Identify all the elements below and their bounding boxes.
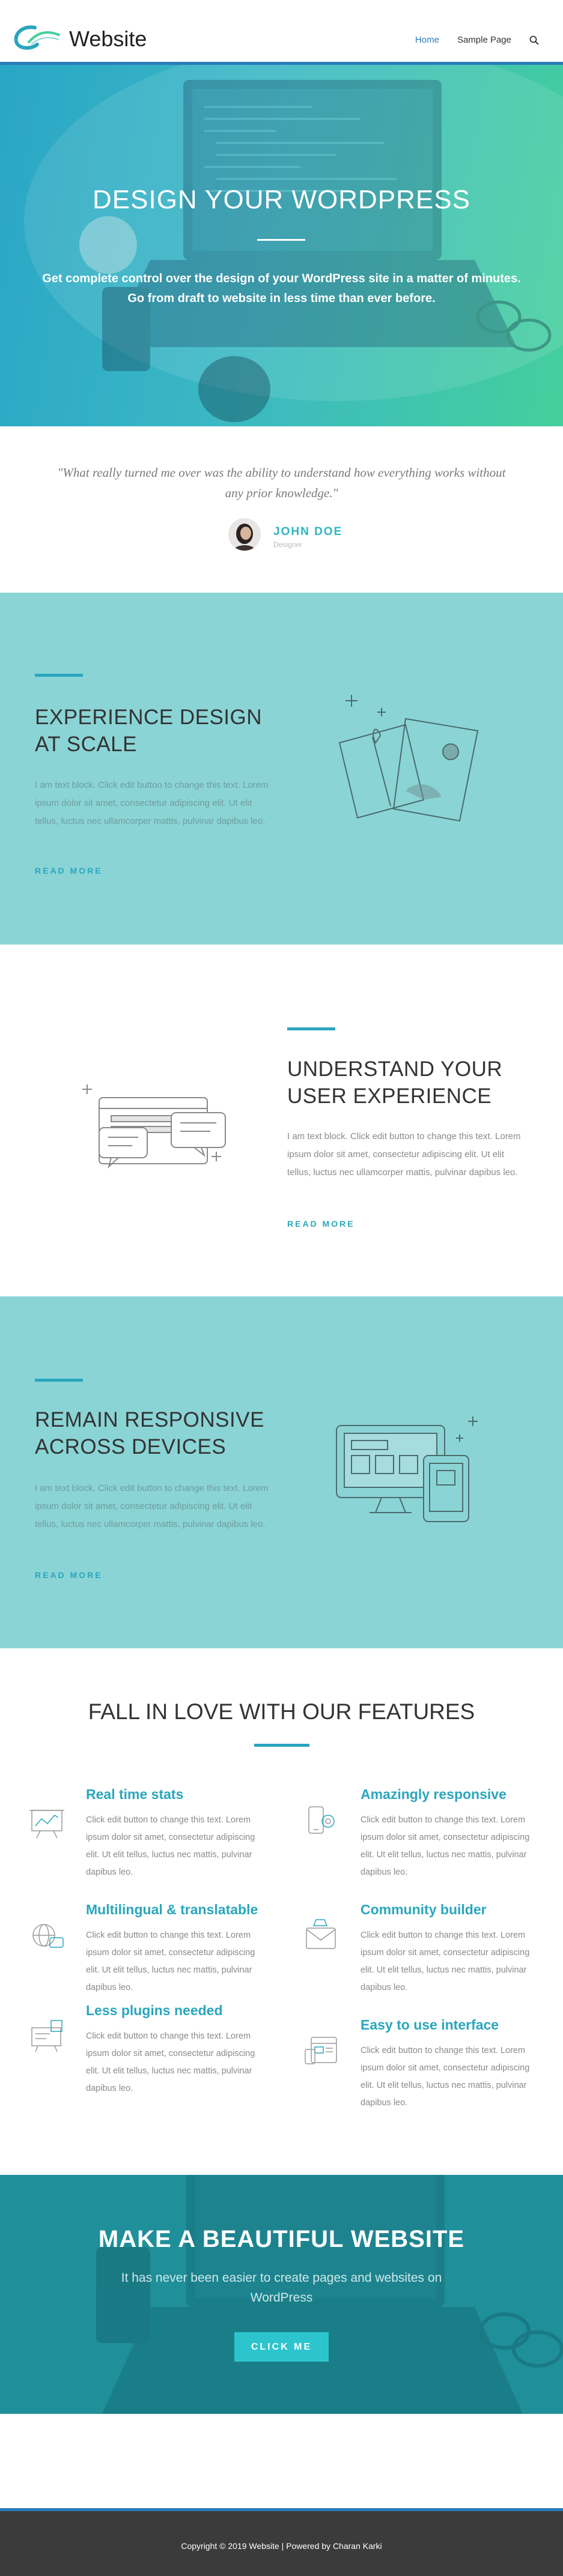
hero-subtitle: Get complete control over the design of … — [42, 272, 521, 305]
nav-item-home[interactable]: Home — [415, 35, 439, 45]
cta-subtitle: It has never been easier to create pages… — [121, 2271, 442, 2305]
read-more-link[interactable]: READ MORE — [287, 1219, 355, 1229]
feature-text: Click edit button to change this text. L… — [86, 1815, 255, 1877]
design-tools-icon — [338, 695, 479, 822]
feature-section-responsive: REMAIN RESPONSIVE ACROSS DEVICES I am te… — [0, 1296, 563, 1648]
section-title-line: AT SCALE — [35, 733, 137, 756]
click-me-button[interactable]: CLICK ME — [234, 2332, 329, 2362]
section-title-line: EXPERIENCE DESIGN — [35, 706, 263, 729]
mail-icon — [306, 1919, 336, 1949]
feature-title: Amazingly responsive — [361, 1786, 507, 1802]
avatar — [228, 518, 261, 551]
section-title: UNDERSTAND YOUR USER EXPERIENCE — [287, 1056, 502, 1110]
feature-title: Easy to use interface — [361, 2017, 499, 2033]
testimonial-quote: "What really turned me over was the abil… — [57, 465, 506, 500]
footer-copyright: Copyright © 2019 Website | Powered by Ch… — [181, 2541, 382, 2551]
feature-title: Real time stats — [86, 1786, 184, 1802]
feature-section-design: EXPERIENCE DESIGN AT SCALE I am text blo… — [0, 593, 563, 945]
feature-text: Click edit button to change this text. L… — [361, 2046, 530, 2108]
feature-text: Click edit button to change this text. L… — [361, 1930, 530, 1992]
hero-background-image — [24, 65, 563, 422]
section-accent-bar — [287, 1027, 335, 1030]
plugin-board-icon — [31, 2020, 62, 2052]
testimonial-role: Designer — [273, 540, 303, 549]
features-divider — [254, 1744, 309, 1747]
site-title[interactable]: Website — [69, 26, 147, 52]
section-text: I am text block. Click edit button to ch… — [35, 780, 269, 826]
section-accent-bar — [35, 674, 83, 677]
feature-section-ux: UNDERSTAND YOUR USER EXPERIENCE I am tex… — [0, 945, 563, 1296]
section-title-line: REMAIN RESPONSIVE — [35, 1408, 264, 1432]
section-accent-bar — [35, 1379, 83, 1382]
stats-board-icon — [29, 1810, 64, 1839]
site-logo[interactable] — [11, 24, 61, 50]
feature-title: Less plugins needed — [86, 2003, 223, 2018]
testimonial-author: JOHN DOE — [273, 525, 343, 538]
feature-text: Click edit button to change this text. L… — [86, 1930, 255, 1992]
nav-item-sample-page[interactable]: Sample Page — [457, 35, 511, 45]
section-text: I am text block. Click edit button to ch… — [287, 1131, 521, 1178]
section-title: EXPERIENCE DESIGN AT SCALE — [35, 704, 262, 758]
globe-icon — [32, 1924, 64, 1948]
feature-text: Click edit button to change this text. L… — [361, 1815, 530, 1877]
site-header: Website Home Sample Page — [0, 0, 563, 65]
section-title: REMAIN RESPONSIVE ACROSS DEVICES — [35, 1406, 264, 1460]
features-title: FALL IN LOVE WITH OUR FEATURES — [88, 1699, 475, 1724]
site-footer: Copyright © 2019 Website | Powered by Ch… — [0, 2508, 563, 2576]
section-title-line: USER EXPERIENCE — [287, 1084, 492, 1108]
read-more-link[interactable]: READ MORE — [35, 1570, 103, 1580]
cta-section: MAKE A BEAUTIFUL WEBSITE It has never be… — [0, 2175, 563, 2414]
feature-title: Multilingual & translatable — [86, 1902, 258, 1917]
phone-gear-icon — [308, 1806, 335, 1834]
section-title-line: ACROSS DEVICES — [35, 1435, 227, 1459]
chat-window-icon — [82, 1084, 226, 1169]
feature-text: Click edit button to change this text. L… — [86, 2031, 255, 2093]
cta-title: MAKE A BEAUTIFUL WEBSITE — [98, 2226, 465, 2252]
search-icon[interactable] — [529, 35, 539, 45]
hero-section: DESIGN YOUR WORDPRESS Get complete contr… — [0, 65, 563, 426]
hero-title: DESIGN YOUR WORDPRESS — [93, 185, 470, 214]
hero-divider — [257, 239, 305, 241]
main-nav: Home Sample Page — [415, 35, 539, 45]
interface-icon — [305, 2037, 337, 2064]
read-more-link[interactable]: READ MORE — [35, 866, 103, 875]
testimonial-section: "What really turned me over was the abil… — [0, 426, 563, 593]
feature-title: Community builder — [361, 1902, 487, 1917]
devices-icon — [336, 1416, 478, 1522]
section-title-line: UNDERSTAND YOUR — [287, 1057, 503, 1081]
section-text: I am text block. Click edit button to ch… — [35, 1483, 269, 1529]
